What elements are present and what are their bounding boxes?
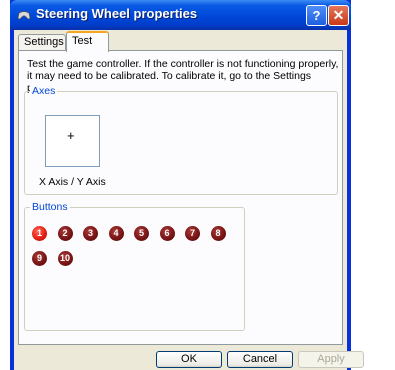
controller-button-1-indicator: 1 xyxy=(32,226,47,241)
tab-test[interactable]: Test xyxy=(66,31,109,52)
buttons-group: Buttons 1 2 3 4 5 6 7 8 9 10 xyxy=(24,201,245,331)
close-icon: ✕ xyxy=(332,7,345,23)
apply-button[interactable]: Apply xyxy=(298,351,364,368)
xy-axis-display: + xyxy=(45,115,100,167)
close-button[interactable]: ✕ xyxy=(328,5,349,26)
ok-button[interactable]: OK xyxy=(156,351,222,368)
controller-button-8-indicator: 8 xyxy=(210,226,226,241)
axes-group-label: Axes xyxy=(30,85,58,97)
dialog-body: Settings Test Test the game controller. … xyxy=(14,30,364,370)
test-description: Test the game controller. If the control… xyxy=(27,58,339,94)
axis-caption: X Axis / Y Axis xyxy=(39,176,106,188)
help-button[interactable]: ? xyxy=(306,5,327,26)
help-icon: ? xyxy=(312,8,321,23)
controller-button-6-indicator: 6 xyxy=(159,226,175,241)
game-controller-icon xyxy=(17,11,31,20)
properties-dialog: Steering Wheel properties ? ✕ Settings T… xyxy=(10,0,364,370)
controller-button-5-indicator: 5 xyxy=(134,226,149,241)
test-tab-panel: Test the game controller. If the control… xyxy=(18,50,343,345)
tab-settings[interactable]: Settings xyxy=(18,34,66,50)
controller-button-9-indicator: 9 xyxy=(32,251,47,266)
controller-button-4-indicator: 4 xyxy=(108,226,124,241)
window-title: Steering Wheel properties xyxy=(36,6,198,21)
controller-button-2-indicator: 2 xyxy=(57,226,73,241)
controller-button-3-indicator: 3 xyxy=(83,226,98,241)
buttons-group-label: Buttons xyxy=(30,201,70,213)
controller-button-7-indicator: 7 xyxy=(185,226,200,241)
title-bar[interactable]: Steering Wheel properties ? ✕ xyxy=(10,0,351,30)
controller-button-10-indicator: 10 xyxy=(57,251,73,266)
axes-group: Axes + X Axis / Y Axis xyxy=(24,85,338,195)
axis-position-marker: + xyxy=(67,128,75,143)
cancel-button[interactable]: Cancel xyxy=(227,351,293,368)
